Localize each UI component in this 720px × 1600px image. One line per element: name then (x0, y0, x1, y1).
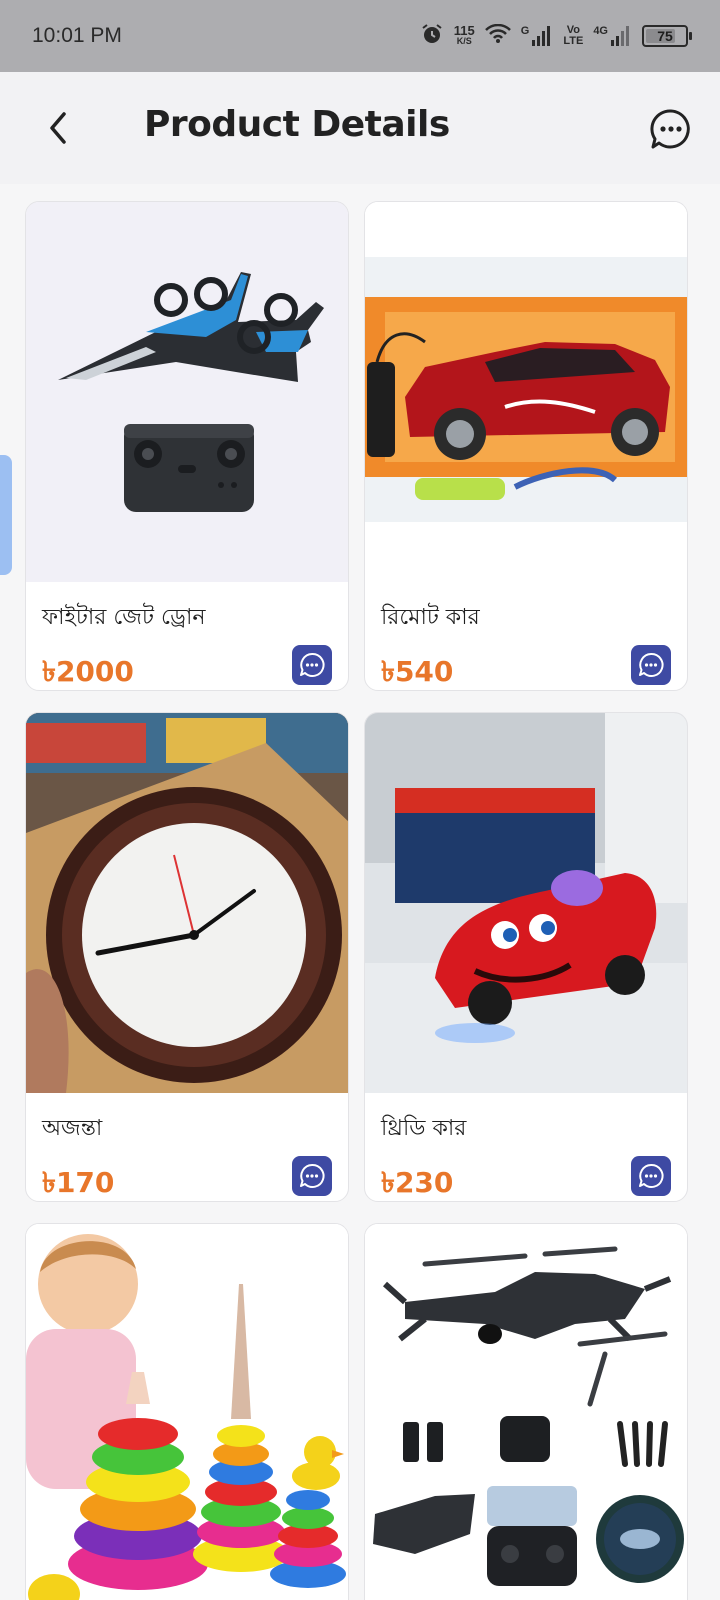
product-price: ৳230 (381, 1166, 454, 1199)
network-speed: 115 K/S (453, 23, 475, 47)
status-bar: 10:01 PM 115 K/S G Vo LTE 4G 75 (0, 0, 720, 72)
chat-bubble-icon (650, 109, 690, 149)
product-image[interactable] (365, 202, 687, 582)
wifi-icon (484, 23, 511, 48)
product-image[interactable] (26, 713, 348, 1093)
product-name: ফাইটার জেট ড্রোন (42, 605, 206, 630)
product-name: রিমোট কার (381, 605, 480, 630)
chat-bubble-icon (639, 652, 664, 677)
remote-car-image (365, 202, 687, 582)
jet-drone-image (26, 202, 348, 582)
stacking-rings-image (26, 1224, 348, 1600)
alarm-icon (420, 22, 444, 50)
product-image[interactable] (26, 1224, 348, 1600)
app-bar: Product Details (0, 72, 720, 184)
sim2-label: 4G (593, 25, 608, 37)
product-card[interactable]: ফাইটার জেট ড্রোন ৳2000 (25, 201, 349, 691)
product-card[interactable]: রিমোট কার ৳540 (364, 201, 688, 691)
product-image[interactable] (365, 1224, 687, 1600)
volte-indicator: Vo LTE (563, 25, 583, 47)
toy-car-image (365, 713, 687, 1093)
page-title: Product Details (144, 104, 450, 145)
product-name: থ্রিডি কার (381, 1116, 467, 1141)
product-chat-button[interactable] (292, 1156, 332, 1196)
status-icons: 115 K/S G Vo LTE 4G 75 (420, 22, 692, 50)
sim1-label: G (520, 25, 530, 37)
product-card[interactable] (25, 1223, 349, 1600)
back-button[interactable] (36, 106, 80, 150)
volte-bottom: LTE (563, 35, 584, 47)
product-chat-button[interactable] (631, 645, 671, 685)
chat-bubble-icon (300, 1163, 325, 1188)
network-speed-value: 115 (453, 23, 475, 38)
battery-level: 75 (657, 28, 673, 44)
product-chat-button[interactable] (292, 645, 332, 685)
product-image[interactable] (26, 202, 348, 582)
signal-sim1: G (521, 26, 554, 46)
chat-bubble-icon (300, 652, 325, 677)
side-drawer-handle[interactable] (0, 455, 12, 575)
product-price: ৳2000 (42, 655, 134, 688)
product-card[interactable]: অজন্তা ৳170 (25, 712, 349, 1202)
chat-bubble-icon (639, 1163, 664, 1188)
camera-drone-image (365, 1224, 687, 1600)
product-price: ৳170 (42, 1166, 115, 1199)
wall-clock-image (26, 713, 348, 1093)
product-price: ৳540 (381, 655, 454, 688)
chat-button[interactable] (648, 106, 694, 152)
product-chat-button[interactable] (631, 1156, 671, 1196)
product-card[interactable]: থ্রিডি কার ৳230 (364, 712, 688, 1202)
signal-bars-icon (532, 26, 551, 46)
battery-icon: 75 (642, 25, 692, 47)
product-card[interactable] (364, 1223, 688, 1600)
status-time: 10:01 PM (32, 24, 122, 47)
product-name: অজন্তা (42, 1116, 103, 1141)
signal-bars-icon (611, 26, 629, 46)
network-speed-unit: K/S (456, 36, 472, 46)
signal-sim2: 4G (593, 26, 632, 46)
product-image[interactable] (365, 713, 687, 1093)
chevron-left-icon (50, 112, 66, 144)
